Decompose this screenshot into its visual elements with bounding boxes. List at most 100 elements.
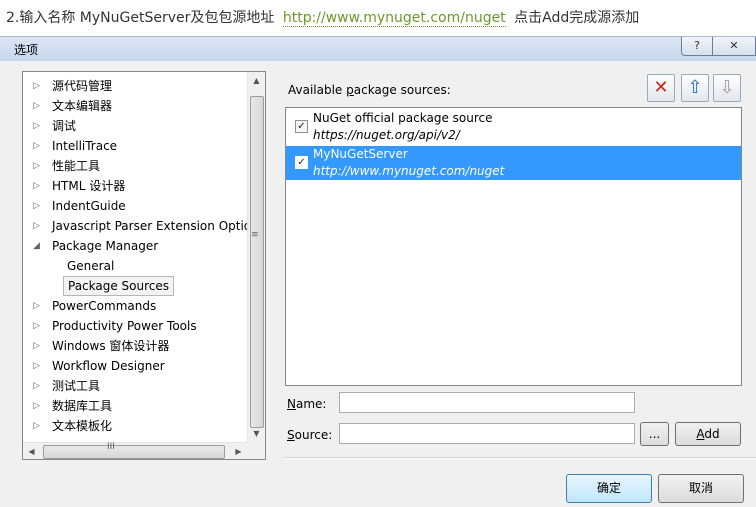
- name-input[interactable]: [339, 392, 635, 413]
- expand-arrow-icon[interactable]: ▷: [33, 136, 43, 156]
- expand-arrow-icon[interactable]: ▷: [33, 356, 43, 376]
- tree-item-label: HTML 设计器: [52, 179, 126, 193]
- tree-item-html-designer[interactable]: ▷ HTML 设计器: [23, 176, 247, 196]
- tree-item-debugging[interactable]: ▷ 调试: [23, 116, 247, 136]
- tree-item-general[interactable]: General: [23, 256, 247, 276]
- tree-item-source-control[interactable]: ▷ 源代码管理: [23, 76, 247, 96]
- tree-item-label: 调试: [52, 119, 77, 133]
- expand-arrow-icon[interactable]: ▷: [33, 296, 43, 316]
- label-text: ackage sources:: [353, 83, 451, 97]
- vertical-scroll-thumb[interactable]: [250, 96, 264, 428]
- tree-item-test-tools[interactable]: ▷ 测试工具: [23, 376, 247, 396]
- tree-item-indentguide[interactable]: ▷ IndentGuide: [23, 196, 247, 216]
- expand-arrow-icon[interactable]: ▷: [33, 196, 43, 216]
- tree-vertical-scrollbar[interactable]: ▲ ≡ ▼: [247, 72, 265, 442]
- label-text: Available: [288, 83, 347, 97]
- tree-item-powercommands[interactable]: ▷ PowerCommands: [23, 296, 247, 316]
- cancel-button[interactable]: 取消: [658, 474, 744, 503]
- tree-horizontal-scrollbar[interactable]: ◀ III ▶: [23, 442, 247, 459]
- browse-button[interactable]: ...: [640, 422, 669, 446]
- expand-arrow-icon[interactable]: ▷: [33, 116, 43, 136]
- options-tree: ▷ 源代码管理 ▷ 文本编辑器 ▷ 调试 ▷ IntelliTrace ▷ 性能工具 ▷ H…: [22, 71, 266, 460]
- tree-item-package-manager[interactable]: ◢ Package Manager: [23, 236, 247, 256]
- source-name: NuGet official package source: [313, 111, 493, 125]
- available-sources-label: Available package sources:: [288, 83, 451, 97]
- tree-item-database-tools[interactable]: ▷ 数据库工具: [23, 396, 247, 416]
- scroll-right-arrow-icon[interactable]: ▶: [230, 443, 247, 459]
- close-button[interactable]: ✕: [712, 37, 756, 56]
- arrow-up-icon: ⇧: [687, 77, 703, 98]
- scroll-left-arrow-icon[interactable]: ◀: [23, 443, 40, 459]
- caption-url-link[interactable]: http://www.mynuget.com/nuget: [282, 10, 506, 27]
- expand-arrow-icon[interactable]: ▷: [33, 96, 43, 116]
- tree-item-workflow-designer[interactable]: ▷ Workflow Designer: [23, 356, 247, 376]
- tree-item-performance-tools[interactable]: ▷ 性能工具: [23, 156, 247, 176]
- expand-arrow-icon[interactable]: ▷: [33, 156, 43, 176]
- expand-arrow-icon[interactable]: ▷: [33, 216, 43, 236]
- name-label: Name:: [287, 397, 326, 411]
- expand-arrow-icon[interactable]: ▷: [33, 336, 43, 356]
- tree-item-label: Package Manager: [52, 239, 159, 253]
- add-button[interactable]: Add: [675, 422, 741, 446]
- access-key: p: [346, 83, 354, 97]
- source-enabled-checkbox[interactable]: ✓: [295, 120, 308, 133]
- arrow-down-icon: ⇩: [719, 77, 735, 98]
- tree-item-label: Package Sources: [63, 276, 175, 296]
- tree-item-label: Javascript Parser Extension Options: [52, 219, 265, 233]
- window-title: 选项: [14, 43, 39, 57]
- access-key: S: [287, 428, 295, 442]
- tree-item-text-editor[interactable]: ▷ 文本编辑器: [23, 96, 247, 116]
- move-up-button[interactable]: ⇧: [681, 74, 709, 102]
- source-label: Source:: [287, 428, 332, 442]
- tree-items: ▷ 源代码管理 ▷ 文本编辑器 ▷ 调试 ▷ IntelliTrace ▷ 性能工具 ▷ H…: [23, 76, 265, 436]
- label-text: ame:: [295, 397, 327, 411]
- expand-arrow-icon[interactable]: ▷: [33, 316, 43, 336]
- tree-item-label: IntelliTrace: [52, 139, 118, 153]
- tree-item-label: Productivity Power Tools: [52, 319, 197, 333]
- scroll-grip-icon: ≡: [251, 230, 259, 240]
- horizontal-scroll-thumb[interactable]: [43, 445, 225, 459]
- label-text: ource:: [294, 428, 333, 442]
- scroll-grip-icon: III: [107, 442, 115, 452]
- tree-item-package-sources[interactable]: Package Sources: [23, 276, 247, 296]
- package-sources-list: ✓ NuGet official package source https://…: [285, 107, 742, 386]
- source-url: https://nuget.org/api/v2/: [313, 128, 460, 142]
- tree-item-label: PowerCommands: [52, 299, 157, 313]
- expand-arrow-icon[interactable]: ▷: [33, 76, 43, 96]
- collapse-arrow-icon[interactable]: ◢: [33, 236, 43, 256]
- source-input[interactable]: [339, 423, 635, 444]
- source-enabled-checkbox[interactable]: ✓: [295, 156, 308, 169]
- caption-suffix: 点击Add完成源添加: [514, 10, 640, 26]
- scroll-up-arrow-icon[interactable]: ▲: [248, 72, 265, 89]
- tree-item-label: 源代码管理: [52, 79, 113, 93]
- remove-source-button[interactable]: ✕: [647, 74, 675, 102]
- source-item-mynugetserver[interactable]: ✓ MyNuGetServer http://www.mynuget.com/n…: [286, 146, 741, 180]
- ok-button[interactable]: 确定: [566, 474, 652, 503]
- footer-divider: [284, 457, 756, 459]
- tree-item-label: Workflow Designer: [52, 359, 165, 373]
- remove-x-icon: ✕: [653, 77, 669, 98]
- tree-item-windows-forms-designer[interactable]: ▷ Windows 窗体设计器: [23, 336, 247, 356]
- expand-arrow-icon[interactable]: ▷: [33, 416, 43, 436]
- move-down-button[interactable]: ⇩: [713, 74, 741, 102]
- tree-item-label: General: [67, 259, 115, 273]
- help-button[interactable]: ?: [681, 37, 713, 56]
- tree-item-javascript-parser[interactable]: ▷ Javascript Parser Extension Options: [23, 216, 265, 236]
- caption-prefix: 2.输入名称 MyNuGetServer及包包源地址: [6, 10, 275, 26]
- scroll-down-arrow-icon[interactable]: ▼: [248, 425, 265, 442]
- expand-arrow-icon[interactable]: ▷: [33, 176, 43, 196]
- instruction-caption: 2.输入名称 MyNuGetServer及包包源地址 http://www.my…: [6, 6, 639, 30]
- expand-arrow-icon[interactable]: ▷: [33, 376, 43, 396]
- source-item-nuget-official[interactable]: ✓ NuGet official package source https://…: [286, 110, 741, 144]
- tree-item-label: 文本模板化: [52, 419, 113, 433]
- tree-item-label: IndentGuide: [52, 199, 126, 213]
- tree-item-intellitrace[interactable]: ▷ IntelliTrace: [23, 136, 247, 156]
- expand-arrow-icon[interactable]: ▷: [33, 396, 43, 416]
- tree-item-label: Windows 窗体设计器: [52, 339, 170, 353]
- scroll-corner: [247, 442, 265, 459]
- tree-item-text-templating[interactable]: ▷ 文本模板化: [23, 416, 247, 436]
- tree-item-label: 数据库工具: [52, 399, 113, 413]
- tree-item-productivity-power-tools[interactable]: ▷ Productivity Power Tools: [23, 316, 247, 336]
- tree-item-label: 文本编辑器: [52, 99, 113, 113]
- button-label: dd: [704, 427, 720, 441]
